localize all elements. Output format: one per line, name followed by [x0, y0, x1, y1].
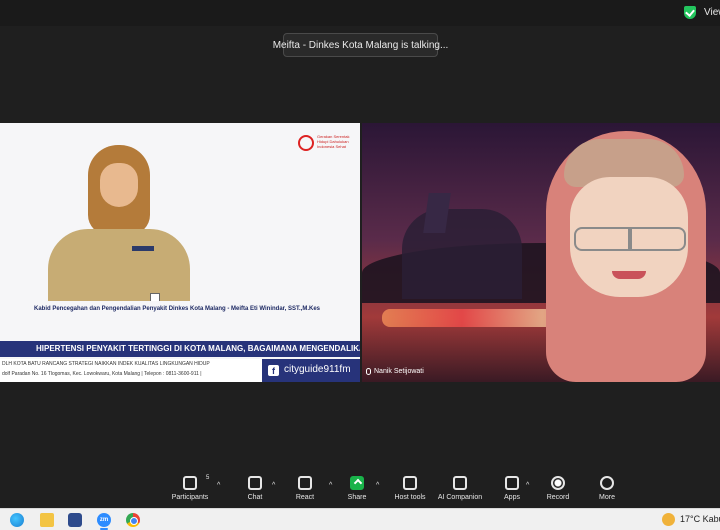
edge-icon[interactable] [10, 513, 24, 527]
participants-count: 5 [206, 475, 210, 481]
share-button[interactable]: Share [342, 472, 372, 506]
ticker-line-1: DLH KOTA BATU RANCANG STRATEGI NAIKKAN I… [2, 361, 210, 367]
ai-companion-button[interactable]: AI Companion [436, 472, 484, 506]
meeting-toolbar: 5 Participants ^ Chat ^ React ^ Share ^ … [0, 472, 720, 506]
chat-caret-icon[interactable]: ^ [272, 482, 275, 489]
apps-button[interactable]: Apps [498, 472, 526, 506]
chat-icon [248, 476, 262, 490]
caption-headline: HIPERTENSI PENYAKIT TERTINGGI DI KOTA MA… [36, 344, 360, 353]
host-tools-button[interactable]: Host tools [390, 472, 430, 506]
participant-image [508, 131, 720, 382]
more-button[interactable]: More [594, 472, 620, 506]
shield-icon [403, 476, 417, 490]
ticker-line-2: dolf Paradan No. 16 Tlogomas, Kec. Lowok… [2, 371, 202, 377]
zoom-icon[interactable]: zm [97, 513, 111, 527]
shield-icon[interactable] [684, 6, 696, 19]
view-button[interactable]: View [704, 7, 720, 18]
folder-icon[interactable] [40, 513, 54, 527]
background-building [402, 209, 522, 299]
top-bar: View [0, 0, 720, 26]
social-handle: cityguide911fm [284, 364, 351, 375]
react-caret-icon[interactable]: ^ [329, 482, 332, 489]
participants-button[interactable]: 5 Participants [168, 472, 212, 506]
react-button[interactable]: React [290, 472, 320, 506]
caption-name-bar: Kabid Pencegahan dan Pengendalian Penyak… [0, 301, 360, 319]
record-button[interactable]: Record [544, 472, 572, 506]
participant-name: Nanik Setijowati [374, 368, 424, 375]
facebook-icon: f [268, 365, 279, 376]
video-tile-participant[interactable]: Nanik Setijowati [362, 123, 720, 382]
participants-icon [183, 476, 197, 490]
chat-button[interactable]: Chat [240, 472, 270, 506]
mic-icon [366, 368, 371, 375]
sparkle-icon [453, 476, 467, 490]
apps-caret-icon[interactable]: ^ [526, 482, 529, 489]
weather-icon[interactable] [662, 513, 675, 526]
apps-icon [505, 476, 519, 490]
news-ticker: DLH KOTA BATU RANCANG STRATEGI NAIKKAN I… [0, 359, 268, 382]
video-tile-presenter[interactable]: Gerakan Serentak Hidupi Dahulukan Indone… [0, 123, 360, 382]
chrome-icon[interactable] [126, 513, 140, 527]
record-icon [551, 476, 565, 490]
speaking-indicator: Meifta - Dinkes Kota Malang is talking..… [273, 33, 448, 57]
more-icon [600, 476, 614, 490]
caption-name: Kabid Pencegahan dan Pengendalian Penyak… [34, 306, 321, 312]
presenter-image [48, 145, 190, 307]
germas-logo: Gerakan Serentak Hidupi Dahulukan Indone… [298, 133, 354, 153]
participants-caret-icon[interactable]: ^ [217, 482, 220, 489]
caption-headline-bar: HIPERTENSI PENYAKIT TERTINGGI DI KOTA MA… [0, 341, 360, 357]
os-taskbar: zm 17°C Kabu [0, 508, 720, 530]
participant-name-label: Nanik Setijowati [366, 368, 424, 375]
share-caret-icon[interactable]: ^ [376, 482, 379, 489]
share-arrow-icon [350, 476, 364, 490]
app-icon[interactable] [68, 513, 82, 527]
weather-text[interactable]: 17°C Kabu [680, 514, 720, 524]
social-handle-bar: f cityguide911fm [262, 359, 360, 382]
heart-icon [298, 476, 312, 490]
